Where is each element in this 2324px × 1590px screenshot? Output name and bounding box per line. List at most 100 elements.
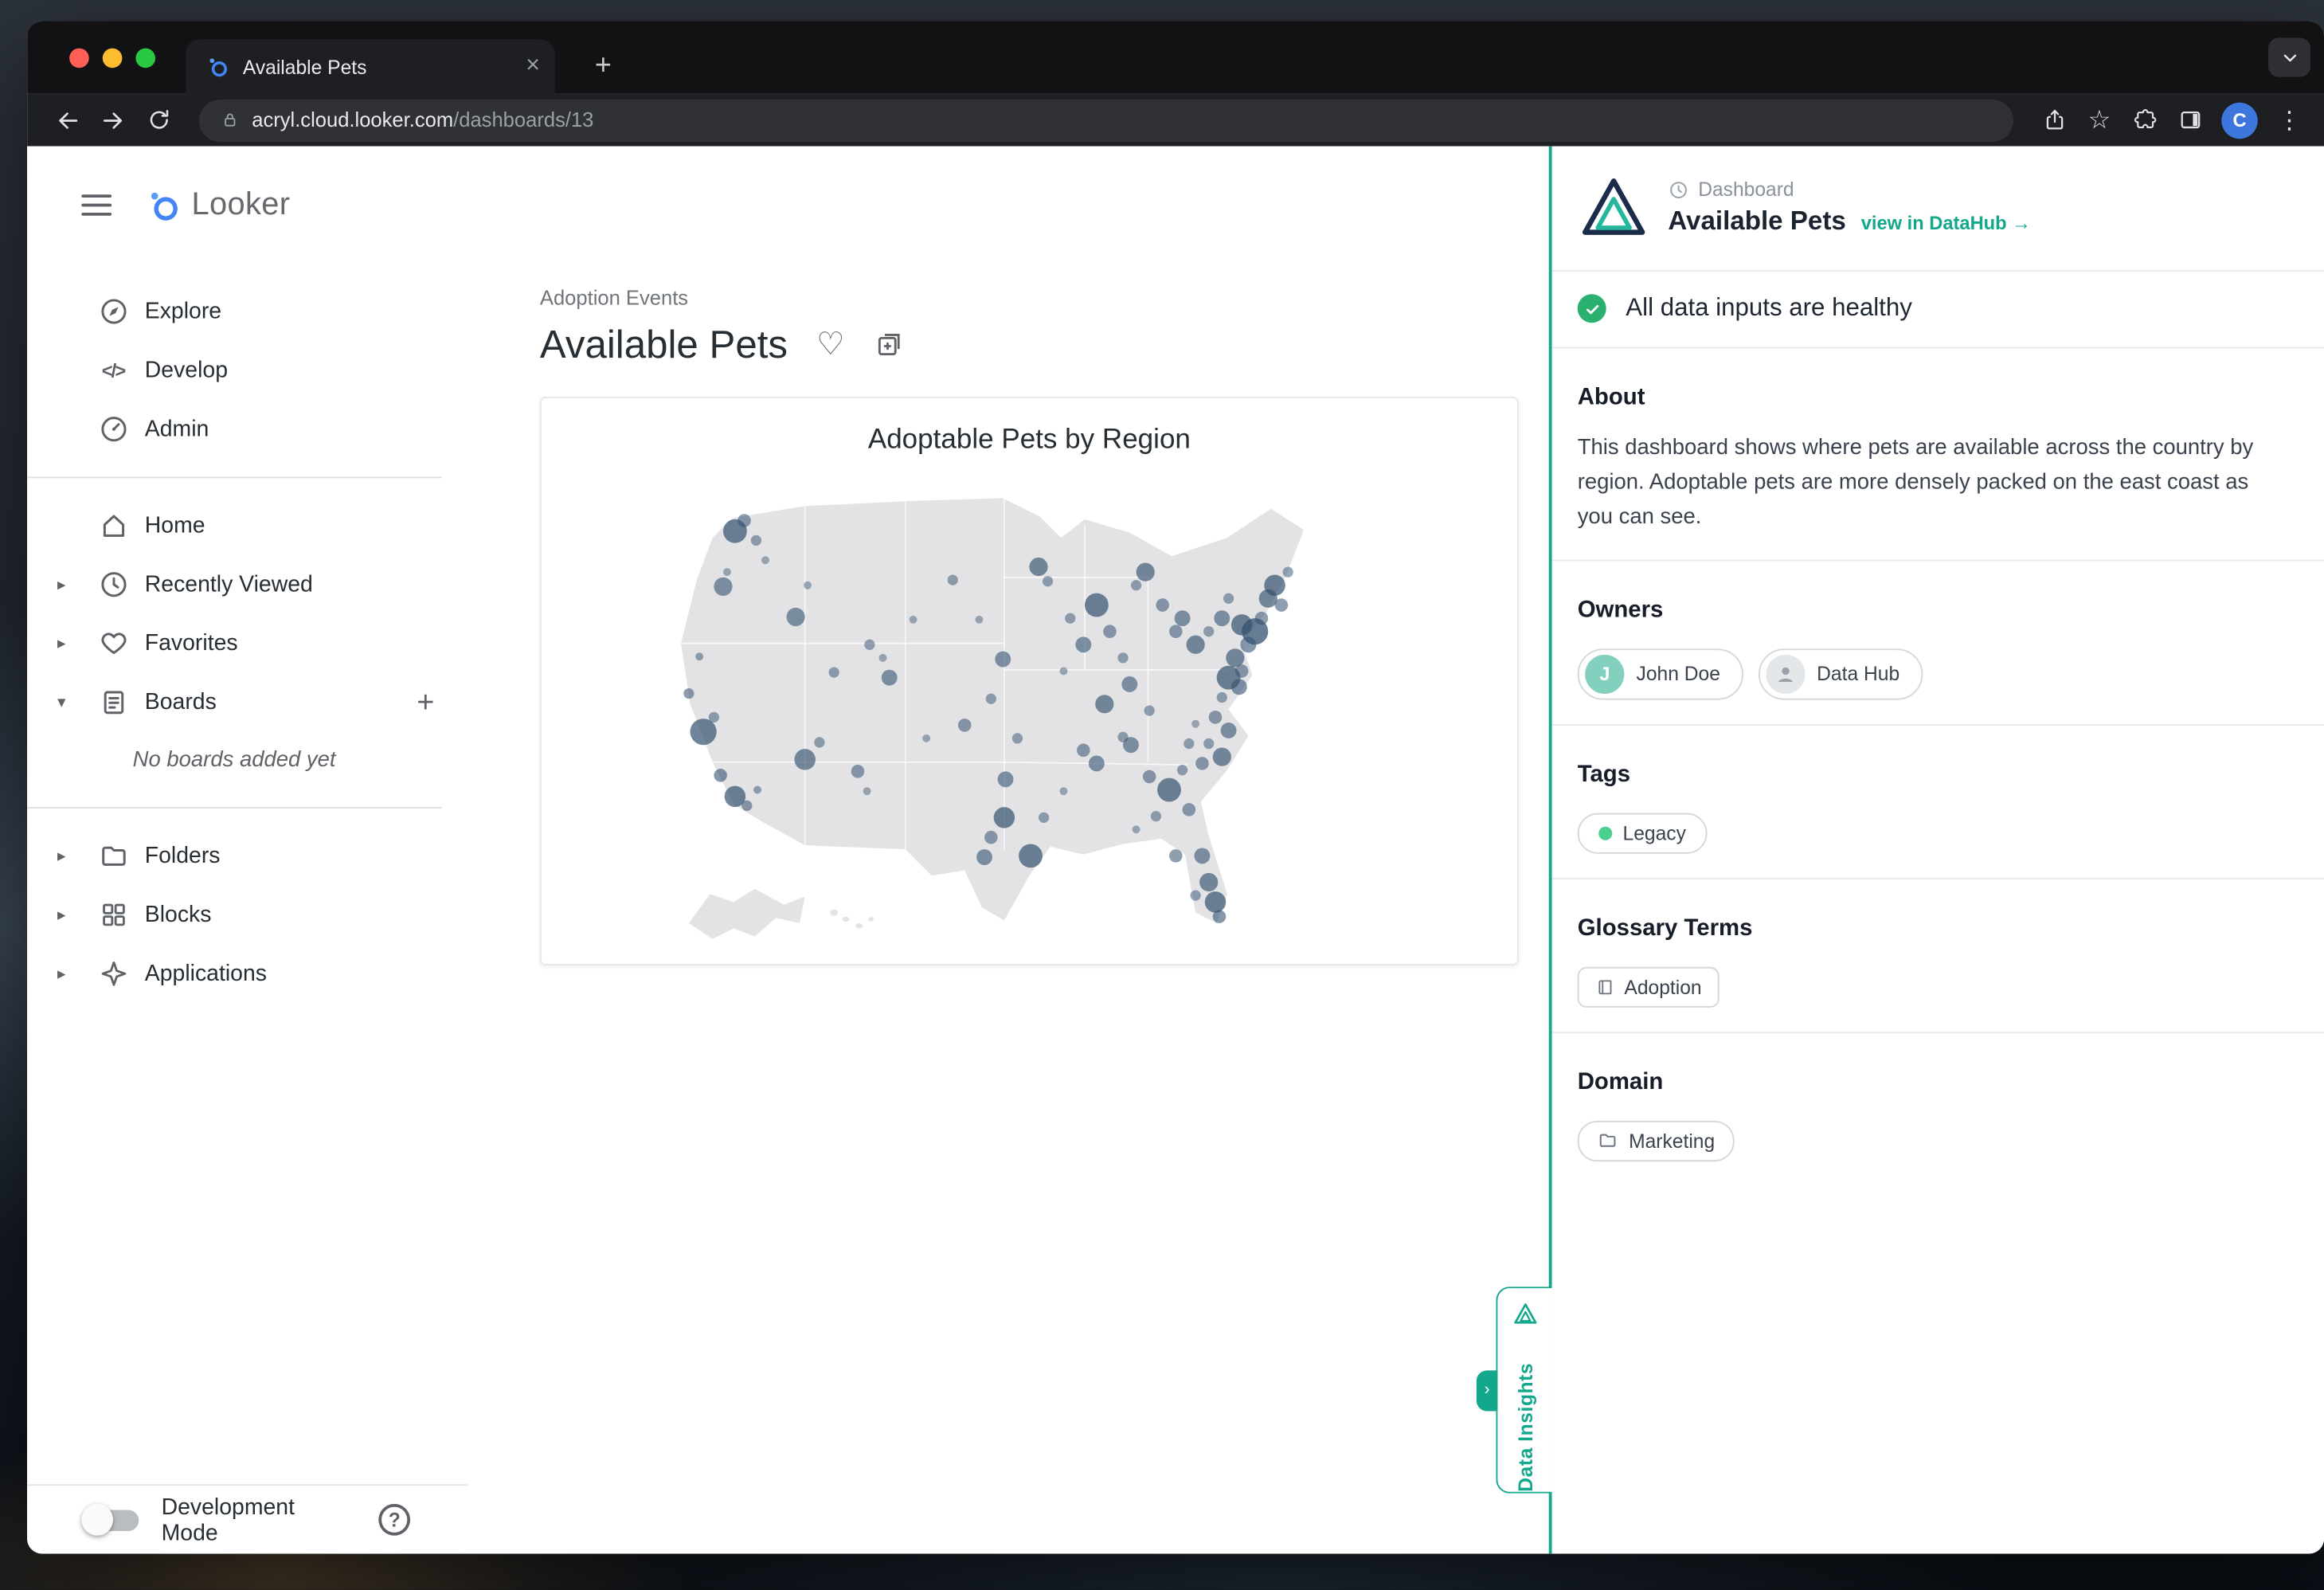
share-button[interactable]	[2034, 100, 2073, 139]
zoom-window-button[interactable]	[135, 48, 155, 68]
url-path: /dashboards/13	[453, 108, 593, 130]
extensions-button[interactable]	[2125, 100, 2164, 139]
glossary-term-chip[interactable]: Adoption	[1578, 966, 1720, 1007]
map-bubble	[986, 694, 996, 704]
chevron-right-icon[interactable]: ▸	[57, 905, 95, 925]
sidebar-item-folders[interactable]: ▸ Folders	[27, 827, 468, 886]
owner-chip[interactable]: Data Hub	[1758, 648, 1922, 699]
help-button[interactable]: ?	[379, 1504, 411, 1536]
collapse-panel-handle[interactable]: ›	[1477, 1369, 1498, 1410]
view-in-datahub-link[interactable]: view in DataHub →	[1861, 213, 2031, 234]
map-bubble	[1195, 757, 1209, 770]
sidebar-item-develop[interactable]: </> Develop	[27, 341, 468, 400]
browser-menu-button[interactable]: ⋮	[2270, 100, 2309, 139]
sidebar-item-label: Folders	[145, 844, 221, 869]
compass-icon	[95, 293, 131, 329]
star-icon: ☆	[2087, 107, 2111, 132]
map-bubble	[948, 574, 958, 585]
sidebar-item-blocks[interactable]: ▸ Blocks	[27, 886, 468, 945]
new-tab-button[interactable]: +	[582, 45, 624, 88]
book-icon	[1595, 977, 1615, 997]
panel-divider	[1552, 878, 2324, 879]
back-button[interactable]	[49, 100, 88, 139]
us-bubble-map	[542, 459, 1517, 945]
chevron-right-icon[interactable]: ▸	[57, 846, 95, 866]
owner-chip[interactable]: J John Doe	[1578, 648, 1743, 699]
dev-mode-label: Development Mode	[162, 1494, 357, 1545]
data-insights-tab[interactable]: Data Insights ›	[1496, 1286, 1551, 1493]
close-window-button[interactable]	[69, 48, 89, 68]
browser-profile-avatar[interactable]: C	[2221, 102, 2257, 138]
side-panel-button[interactable]	[2170, 100, 2209, 139]
map-bubble	[1183, 803, 1196, 817]
minimize-window-button[interactable]	[103, 48, 123, 68]
map-bubble	[695, 652, 703, 660]
map-bubble	[851, 765, 865, 778]
owner-name: Data Hub	[1817, 663, 1899, 685]
sidebar-item-explore[interactable]: Explore	[27, 282, 468, 341]
map-bubble	[1131, 580, 1141, 590]
add-to-board-icon[interactable]	[874, 329, 906, 361]
sidebar-item-label: Recently Viewed	[145, 572, 313, 597]
address-bar[interactable]: acryl.cloud.looker.com/dashboards/13	[199, 99, 2013, 141]
tag-chip[interactable]: Legacy	[1578, 813, 1708, 853]
map-bubble	[995, 652, 1011, 668]
lock-icon	[220, 110, 240, 130]
map-bubble	[1223, 593, 1234, 604]
favorite-icon[interactable]: ♡	[816, 326, 845, 363]
bookmark-button[interactable]: ☆	[2079, 100, 2119, 139]
map-bubble	[1059, 667, 1067, 675]
sidebar-item-favorites[interactable]: ▸ Favorites	[27, 614, 468, 673]
hamburger-menu-icon[interactable]	[81, 194, 112, 216]
sidebar-item-admin[interactable]: Admin	[27, 400, 468, 459]
dashboard-tile: Adoptable Pets by Region	[540, 397, 1519, 965]
forward-button[interactable]	[93, 100, 132, 139]
chevron-right-icon[interactable]: ▸	[57, 574, 95, 594]
health-check-icon	[1578, 294, 1606, 323]
domain-list: Marketing	[1578, 1120, 2294, 1161]
datahub-panel: Data Insights › Dashboard Available Pets…	[1549, 147, 2324, 1554]
reload-button[interactable]	[139, 100, 178, 139]
sidebar-item-applications[interactable]: ▸ Applications	[27, 944, 468, 1003]
chevron-right-icon[interactable]: ▸	[57, 633, 95, 653]
about-text: This dashboard shows where pets are avai…	[1578, 432, 2280, 535]
entity-type-label: Dashboard	[1698, 178, 1794, 200]
panel-divider	[1552, 1032, 2324, 1033]
map-bubble	[787, 608, 805, 626]
sidebar-item-boards[interactable]: ▾ Boards +	[27, 673, 468, 732]
datahub-mini-logo-icon	[1512, 1302, 1537, 1327]
breadcrumb[interactable]: Adoption Events	[540, 287, 1549, 309]
map-bubble	[998, 771, 1014, 787]
map-bubble	[1221, 723, 1237, 738]
chevron-right-icon[interactable]: ▸	[57, 964, 95, 984]
add-board-button[interactable]: +	[417, 687, 434, 718]
person-icon	[1773, 662, 1797, 686]
window-controls	[69, 22, 155, 94]
panel-divider	[1552, 723, 2324, 725]
dev-mode-bar: Development Mode ?	[27, 1484, 468, 1553]
back-icon	[54, 106, 81, 133]
development-mode-toggle[interactable]	[84, 1510, 139, 1531]
map-bubble	[1157, 778, 1181, 802]
url-host: acryl.cloud.looker.com	[252, 108, 453, 130]
sidebar-item-recently-viewed[interactable]: ▸ Recently Viewed	[27, 555, 468, 614]
forward-icon	[100, 106, 127, 133]
looker-logo[interactable]: Looker	[147, 187, 291, 223]
map-bubble	[1123, 737, 1139, 753]
data-insights-label: Data Insights	[1513, 1340, 1536, 1492]
sidebar-item-label: Boards	[145, 689, 217, 715]
sidebar-item-home[interactable]: Home	[27, 496, 468, 555]
map-bubble	[741, 801, 752, 811]
tab-search-button[interactable]	[2268, 37, 2310, 76]
entity-title: Available Pets	[1668, 206, 1846, 237]
map-bubble	[1175, 610, 1191, 626]
chevron-down-icon[interactable]: ▾	[57, 692, 95, 712]
browser-tab[interactable]: Available Pets ×	[186, 39, 555, 93]
gauge-icon	[95, 411, 131, 447]
folder-icon	[95, 838, 131, 874]
tile-title: Adoptable Pets by Region	[542, 422, 1517, 456]
domain-chip[interactable]: Marketing	[1578, 1120, 1735, 1161]
map-bubble	[882, 670, 898, 686]
close-tab-icon[interactable]: ×	[526, 54, 540, 78]
toggle-knob	[81, 1503, 113, 1535]
